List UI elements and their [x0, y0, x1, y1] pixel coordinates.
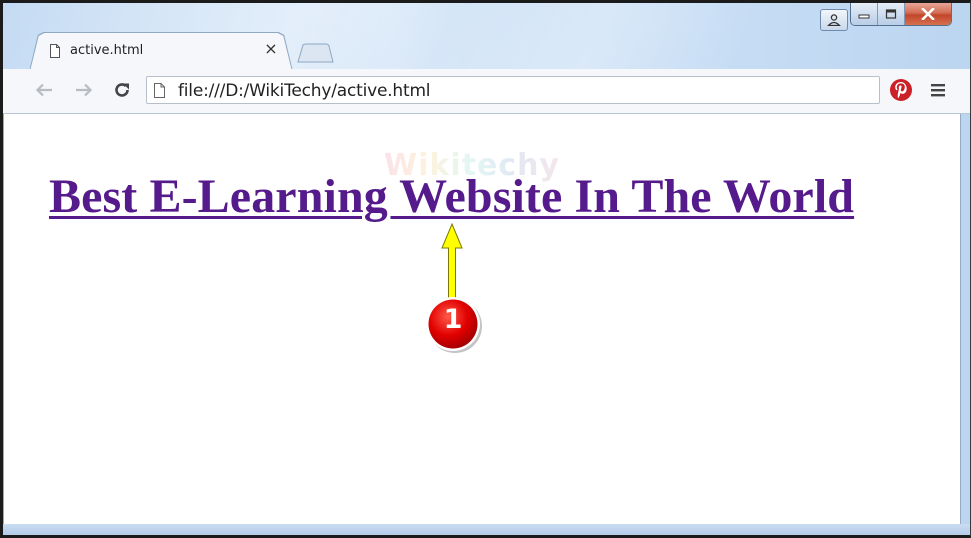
page-icon — [50, 44, 60, 58]
tab-active[interactable] — [30, 33, 292, 70]
page-content: Wikitechy Best E-Learning Website In The… — [3, 114, 961, 524]
reload-icon[interactable] — [111, 79, 133, 101]
tab-close-icon[interactable]: × — [263, 41, 279, 57]
tab-title: active.html — [70, 43, 144, 58]
best-elearning-link[interactable]: Best E-Learning Website In The World — [49, 169, 854, 224]
maximize-icon[interactable] — [878, 3, 905, 25]
user-icon[interactable] — [820, 9, 848, 31]
hamburger-menu-icon[interactable] — [930, 82, 946, 98]
window-bottom-edge — [3, 524, 970, 535]
browser-toolbar: file:///D:/WikiTechy/active.html — [3, 69, 970, 114]
page-icon — [154, 83, 165, 98]
new-tab-button[interactable] — [296, 43, 334, 63]
url-text: file:///D:/WikiTechy/active.html — [178, 81, 431, 101]
pinterest-icon[interactable] — [890, 79, 912, 101]
window-caption-buttons — [850, 3, 952, 26]
back-arrow-icon[interactable] — [33, 79, 55, 101]
callout-arrow — [441, 222, 463, 299]
address-bar[interactable]: file:///D:/WikiTechy/active.html — [146, 76, 880, 104]
forward-arrow-icon[interactable] — [73, 79, 95, 101]
minimize-icon[interactable] — [851, 3, 878, 25]
callout-number: 1 — [443, 304, 463, 335]
close-icon[interactable] — [905, 3, 951, 25]
